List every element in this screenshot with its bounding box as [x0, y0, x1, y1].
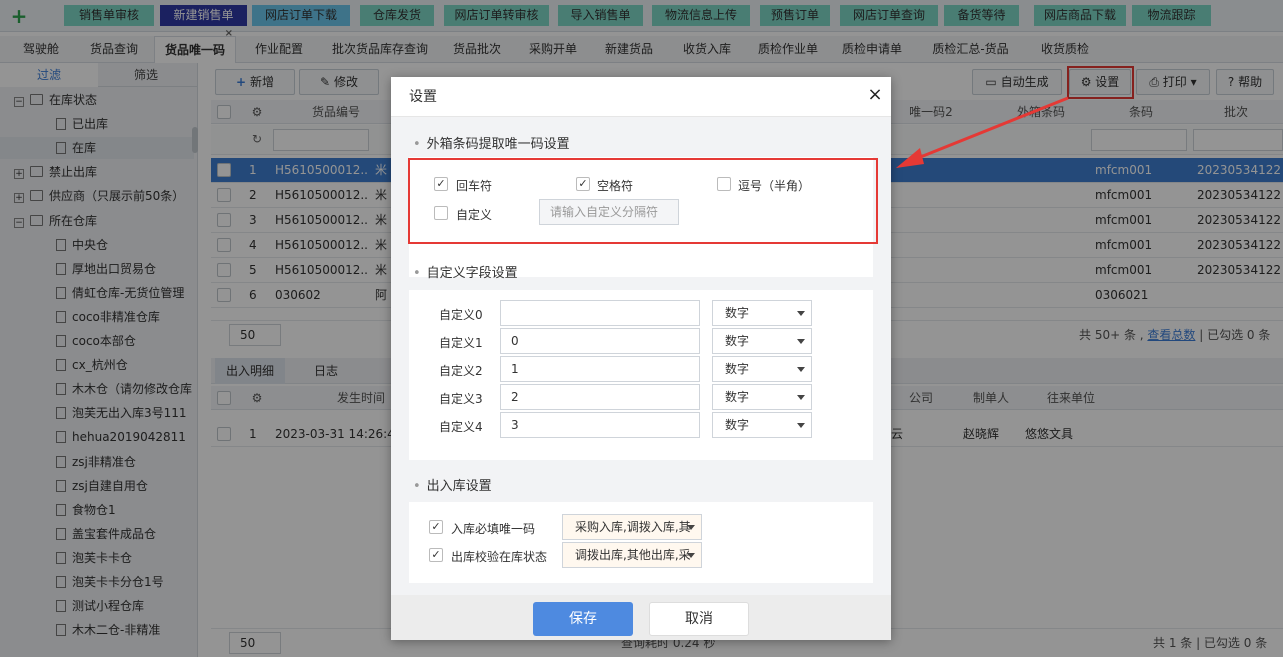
section-custom-fields-panel: 自定义0 数字 自定义1 0 数字 自定义2 1 数字 自定义3 2 数字 自定义4 3 数字	[409, 290, 873, 460]
section-custom-fields-title: 自定义字段设置	[413, 262, 518, 281]
section-box-code-title: 外箱条码提取唯一码设置	[413, 133, 570, 152]
custom-field-label: 自定义0	[439, 308, 483, 322]
custom-field-input[interactable]: 1	[500, 356, 700, 382]
dialog-footer: 保存 取消	[391, 595, 891, 640]
inbound-type-select[interactable]: 采购入库,调拨入库,其	[562, 514, 702, 540]
close-icon[interactable]: ×	[865, 85, 885, 105]
custom-field-input[interactable]: 2	[500, 384, 700, 410]
dialog-body: 外箱条码提取唯一码设置 ✓ 回车符 ✓ 空格符 逗号（半角） 自定义 请输入自定…	[391, 117, 891, 595]
chevron-down-icon	[687, 525, 695, 530]
chevron-down-icon	[797, 311, 805, 316]
custom-field-type-select[interactable]: 数字	[712, 384, 812, 410]
chevron-down-icon	[687, 553, 695, 558]
chevron-down-icon	[797, 339, 805, 344]
chevron-down-icon	[797, 367, 805, 372]
custom-field-type-select[interactable]: 数字	[712, 412, 812, 438]
custom-field-label: 自定义4	[439, 420, 483, 434]
annotation-arrow	[896, 96, 1069, 168]
box-code-highlight-box	[408, 158, 878, 244]
custom-field-type-select[interactable]: 数字	[712, 356, 812, 382]
outbound-type-value: 调拨出库,其他出库,采	[575, 548, 691, 562]
custom-field-type-value: 数字	[725, 306, 750, 320]
outbound-type-select[interactable]: 调拨出库,其他出库,采	[562, 542, 702, 568]
outbound-check-label: 出库校验在库状态	[451, 550, 548, 564]
custom-field-input[interactable]: 3	[500, 412, 700, 438]
outbound-check-checkbox[interactable]: ✓	[429, 548, 443, 562]
settings-dialog: 设置 × 外箱条码提取唯一码设置 ✓ 回车符 ✓ 空格符 逗号（半角） 自定义 …	[391, 77, 891, 640]
custom-field-input[interactable]: 0	[500, 328, 700, 354]
custom-field-type-select[interactable]: 数字	[712, 300, 812, 326]
save-button[interactable]: 保存	[533, 602, 633, 636]
section-in-out-title: 出入库设置	[413, 475, 492, 494]
inbound-required-label: 入库必填唯一码	[451, 522, 536, 536]
custom-field-input[interactable]	[500, 300, 700, 326]
section-in-out-panel: ✓ 入库必填唯一码 采购入库,调拨入库,其 ✓ 出库校验在库状态 调拨出库,其他…	[409, 502, 873, 583]
custom-field-type-value: 数字	[725, 334, 750, 348]
custom-field-label: 自定义3	[439, 392, 483, 406]
dialog-header: 设置 ×	[391, 77, 891, 117]
custom-field-type-select[interactable]: 数字	[712, 328, 812, 354]
inbound-type-value: 采购入库,调拨入库,其	[575, 520, 691, 534]
custom-field-type-value: 数字	[725, 362, 750, 376]
chevron-down-icon	[797, 423, 805, 428]
inbound-required-checkbox[interactable]: ✓	[429, 520, 443, 534]
custom-field-label: 自定义1	[439, 336, 483, 350]
chevron-down-icon	[797, 395, 805, 400]
cancel-button[interactable]: 取消	[649, 602, 749, 636]
custom-field-type-value: 数字	[725, 418, 750, 432]
dialog-title: 设置	[409, 89, 437, 105]
custom-field-label: 自定义2	[439, 364, 483, 378]
custom-field-type-value: 数字	[725, 390, 750, 404]
